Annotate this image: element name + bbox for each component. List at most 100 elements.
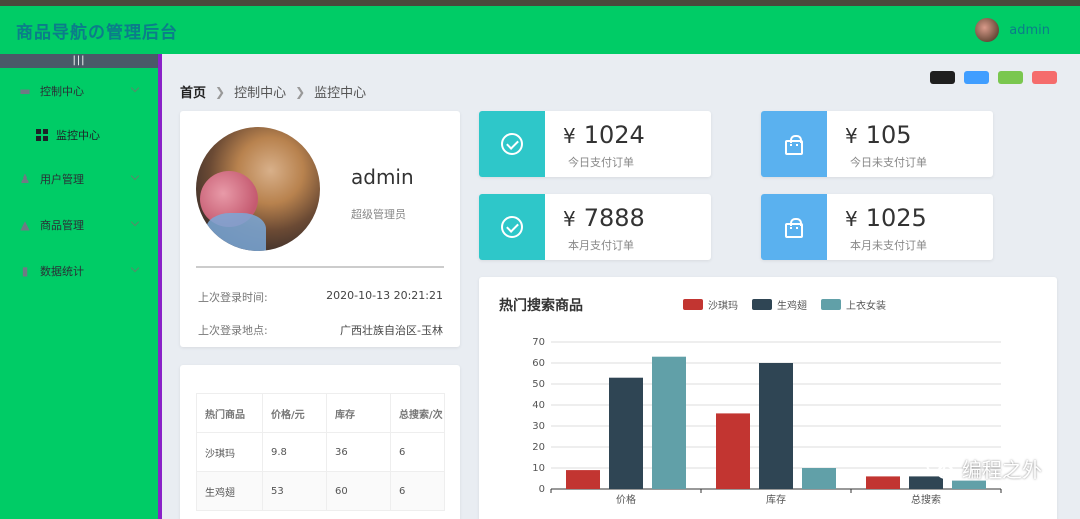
theme-swatch-black[interactable]: [930, 71, 955, 84]
stat-card-month-unpaid: ¥1025 本月未支付订单: [761, 194, 993, 260]
breadcrumb: 首页 ❯ 控制中心 ❯ 监控中心: [180, 82, 367, 102]
stat-card-today-paid: ¥1024 今日支付订单: [479, 111, 711, 177]
users-icon: ♟: [19, 172, 31, 186]
sidebar-item-label: 数据统计: [40, 265, 84, 278]
y-tick-label: 0: [539, 484, 545, 495]
currency-symbol: ¥: [845, 207, 858, 231]
table-row: 沙琪玛 9.8 36 6: [196, 432, 445, 472]
table-header-cell: 总搜索/次: [390, 393, 445, 433]
y-tick-label: 70: [532, 337, 545, 348]
currency-symbol: ¥: [563, 124, 576, 148]
stat-card-today-unpaid: ¥105 今日未支付订单: [761, 111, 993, 177]
profile-divider: [196, 266, 444, 268]
profile-role: 超级管理员: [351, 208, 406, 221]
currency-symbol: ¥: [563, 207, 576, 231]
avatar-photo-detail: [206, 213, 266, 251]
stat-value: 7888: [583, 204, 645, 232]
chart-bar: [566, 470, 600, 489]
breadcrumb-control-center[interactable]: 控制中心: [234, 82, 286, 101]
last-login-place-value: 广西壮族自治区-玉林: [340, 324, 443, 337]
sidebar-item-label: 控制中心: [40, 85, 84, 98]
last-login-time-value: 2020-10-13 20:21:21: [326, 289, 443, 302]
table-header-cell: 库存: [326, 393, 391, 433]
y-tick-label: 30: [532, 421, 545, 432]
last-login-place-label: 上次登录地点:: [198, 324, 268, 337]
sidebar-item-label: 监控中心: [56, 129, 100, 142]
collapse-toggle[interactable]: |||: [0, 54, 158, 68]
table-row: 生鸡翅 53 60 6: [196, 471, 445, 511]
watermark-text: 编程之外: [962, 458, 1042, 482]
stat-label: 今日支付订单: [568, 156, 634, 169]
sidebar-item-label: 用户管理: [40, 173, 84, 186]
chevron-down-icon: [130, 263, 140, 273]
profile-avatar: [196, 127, 320, 251]
table-cell: 6: [390, 471, 445, 511]
theme-swatch-green[interactable]: [998, 71, 1023, 84]
user-menu[interactable]: admin: [975, 18, 1050, 42]
sidebar-item-data-statistics[interactable]: ▮ 数据统计: [0, 248, 158, 294]
y-tick-label: 40: [532, 400, 545, 411]
chevron-down-icon: [130, 83, 140, 93]
y-tick-label: 20: [532, 442, 545, 453]
shopping-bag-icon: [785, 217, 803, 238]
y-tick-label: 50: [532, 379, 545, 390]
stat-amount: ¥1025: [845, 204, 927, 232]
stat-card-month-paid: ¥7888 本月支付订单: [479, 194, 711, 260]
header-username[interactable]: admin: [1009, 23, 1050, 38]
theme-swatch-blue[interactable]: [964, 71, 989, 84]
last-login-time-label: 上次登录时间:: [198, 291, 268, 304]
check-circle-icon: [501, 133, 523, 155]
hot-products-table: 热门商品 价格/元 库存 总搜索/次 沙琪玛 9.8 36 6 生鸡翅 53 6…: [196, 393, 445, 511]
sidebar-item-monitor-center[interactable]: 监控中心: [0, 114, 158, 156]
chart-bar: [652, 356, 686, 489]
last-login-time-row: 上次登录时间: 2020-10-13 20:21:21: [198, 289, 443, 305]
last-login-place-row: 上次登录地点: 广西壮族自治区-玉林: [198, 322, 443, 338]
hot-products-table-card: 热门商品 价格/元 库存 总搜索/次 沙琪玛 9.8 36 6 生鸡翅 53 6…: [180, 365, 460, 519]
table-header-cell: 价格/元: [262, 393, 327, 433]
brand-title[interactable]: 商品导航の管理后台: [0, 18, 178, 43]
sidebar-item-product-management[interactable]: ▲ 商品管理: [0, 202, 158, 248]
chevron-right-icon: ❯: [215, 84, 226, 99]
x-tick-label: 库存: [766, 493, 786, 506]
table-cell: 沙琪玛: [196, 432, 263, 472]
stat-amount: ¥1024: [563, 121, 645, 149]
stat-icon-box: [761, 194, 827, 260]
stat-icon-box: [761, 111, 827, 177]
header-avatar[interactable]: [975, 18, 1000, 42]
x-tick-label: 价格: [616, 493, 636, 506]
x-tick-label: 总搜索: [911, 493, 941, 506]
theme-swatch-red[interactable]: [1032, 71, 1057, 84]
table-header-cell: 热门商品: [196, 393, 263, 433]
breadcrumb-monitor-center: 监控中心: [314, 86, 367, 101]
stat-value: 1024: [583, 121, 645, 149]
watermark: 编程之外: [926, 454, 1042, 483]
chart-bar: [609, 377, 643, 489]
table-cell: 53: [262, 471, 327, 511]
stat-value: 1025: [865, 204, 927, 232]
check-circle-icon: [501, 216, 523, 238]
chevron-down-icon: [130, 171, 140, 181]
stat-value: 105: [865, 121, 912, 149]
table-cell: 6: [390, 432, 445, 472]
stat-label: 今日未支付订单: [850, 156, 927, 169]
table-cell: 生鸡翅: [196, 471, 263, 511]
stat-label: 本月支付订单: [568, 239, 634, 252]
chevron-down-icon: [130, 217, 140, 227]
stat-icon-box: [479, 111, 545, 177]
profile-name: admin: [351, 165, 414, 189]
stat-icon-box: [479, 194, 545, 260]
table-cell: 60: [326, 471, 391, 511]
chevron-right-icon: ❯: [295, 84, 306, 99]
chart-bar: [759, 363, 793, 489]
sidebar: ||| ▬ 控制中心 监控中心 ♟ 用户管理 ▲ 商品管理 ▮ 数据统计: [0, 54, 162, 519]
bar-chart-icon: ▮: [21, 264, 29, 278]
breadcrumb-home[interactable]: 首页: [180, 82, 206, 101]
chart-bar: [716, 413, 750, 489]
table-cell: 36: [326, 432, 391, 472]
sidebar-item-control-center[interactable]: ▬ 控制中心: [0, 68, 158, 114]
shopping-bag-icon: [785, 134, 803, 155]
stat-amount: ¥7888: [563, 204, 645, 232]
y-tick-label: 10: [532, 463, 545, 474]
currency-symbol: ¥: [845, 124, 858, 148]
sidebar-item-user-management[interactable]: ♟ 用户管理: [0, 156, 158, 202]
